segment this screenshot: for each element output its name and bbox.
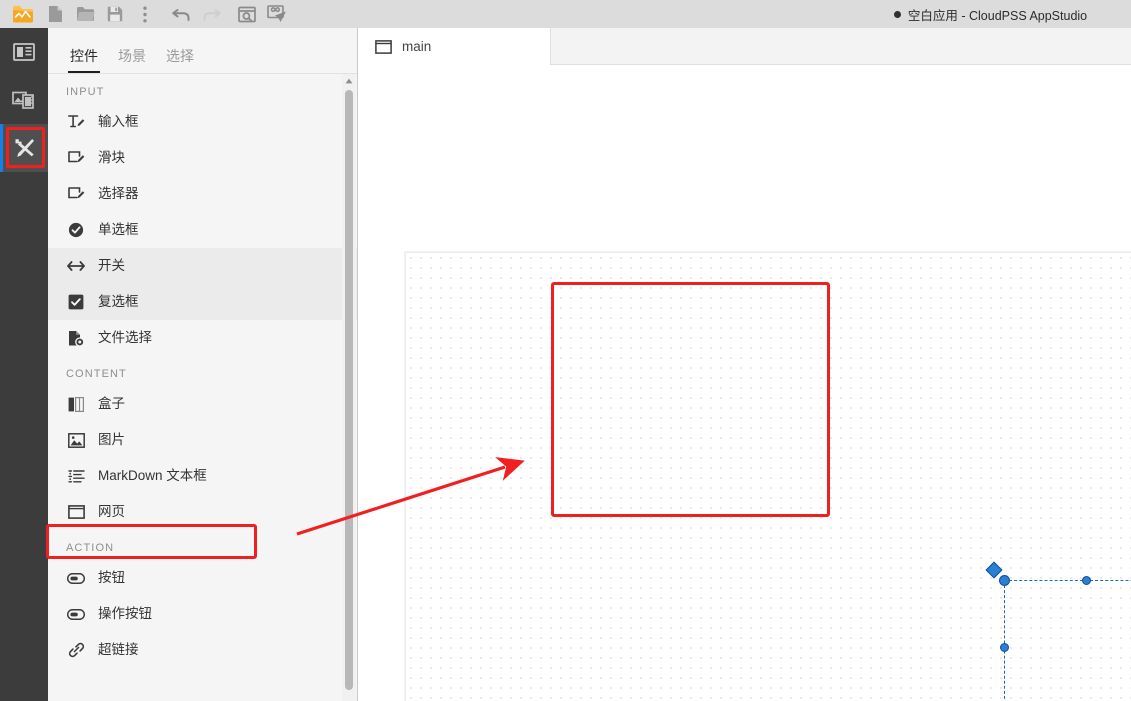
widget-item-slider[interactable]: 滑块 (48, 140, 357, 176)
widget-item-markdown[interactable]: MarkDown 文本框 (48, 458, 357, 494)
scrollbar-thumb[interactable] (345, 90, 353, 690)
selected-webpage-element[interactable] (985, 561, 1131, 701)
selection-outline (1004, 580, 1131, 701)
window-title-text: 空白应用 - CloudPSS AppStudio (907, 8, 1088, 23)
group-label-action: ACTION (66, 542, 115, 554)
undo-icon[interactable] (166, 1, 196, 27)
widget-label: 开关 (98, 258, 125, 274)
widget-label: 网页 (98, 504, 125, 520)
panel-tab-bar: 控件 场景 选择 (48, 28, 357, 74)
preview-icon[interactable] (232, 1, 262, 27)
widget-panel: 控件 场景 选择 INPUT 输入框 滑块 选择器 单选框 开关 复选框 文件选… (48, 28, 358, 701)
artboard[interactable] (405, 252, 1131, 701)
file-picker-icon (66, 328, 86, 348)
tab-main[interactable]: main (359, 28, 551, 65)
widget-item-text-input[interactable]: 输入框 (48, 104, 357, 140)
group-label-content: CONTENT (66, 368, 127, 380)
selector-icon (66, 184, 86, 204)
widget-list-scrollbar[interactable] (342, 74, 356, 701)
tab-select[interactable]: 选择 (156, 49, 204, 73)
radio-icon (66, 220, 86, 240)
title-bar: 空白应用 - CloudPSS AppStudio (0, 0, 1131, 28)
page-icon (375, 39, 392, 54)
resize-handle-w[interactable] (999, 642, 1009, 652)
more-vertical-icon[interactable] (130, 1, 160, 27)
open-folder-icon[interactable] (70, 1, 100, 27)
publish-icon[interactable] (262, 1, 292, 27)
widget-label: MarkDown 文本框 (98, 468, 207, 484)
widget-item-selector[interactable]: 选择器 (48, 176, 357, 212)
main-toolbar (0, 0, 292, 28)
app-window: 空白应用 - CloudPSS AppStudio 控件 场景 选择 INPUT… (0, 0, 1131, 701)
widget-label: 单选框 (98, 222, 139, 238)
switch-icon (66, 256, 86, 276)
scroll-up-arrow-icon[interactable] (342, 74, 356, 88)
tab-select-label: 选择 (166, 48, 194, 64)
tab-widgets[interactable]: 控件 (60, 49, 108, 73)
widget-item-image[interactable]: 图片 (48, 422, 357, 458)
button-icon (66, 568, 86, 588)
widget-item-box[interactable]: 盒子 (48, 386, 357, 422)
slider-icon (66, 148, 86, 168)
widget-label: 超链接 (98, 642, 139, 658)
activity-rail (0, 28, 48, 701)
tab-main-label: main (402, 39, 432, 54)
group-label-input: INPUT (66, 86, 105, 98)
resize-handle-nw[interactable] (998, 574, 1010, 586)
widget-item-checkbox[interactable]: 复选框 (48, 284, 357, 320)
widget-list: INPUT 输入框 滑块 选择器 单选框 开关 复选框 文件选择 CONTENT… (48, 74, 357, 701)
text-input-icon (66, 112, 86, 132)
tab-widgets-label: 控件 (70, 48, 98, 64)
widget-item-action-button[interactable]: 操作按钮 (48, 596, 357, 632)
widget-item-radio[interactable]: 单选框 (48, 212, 357, 248)
hyperlink-icon (66, 640, 86, 660)
tab-scenes-label: 场景 (118, 48, 146, 64)
widget-label: 输入框 (98, 114, 139, 130)
save-icon[interactable] (100, 1, 130, 27)
widget-label: 盒子 (98, 396, 125, 412)
widget-item-hyperlink[interactable]: 超链接 (48, 632, 357, 668)
widget-label: 选择器 (98, 186, 139, 202)
new-file-icon[interactable] (40, 1, 70, 27)
image-icon (66, 430, 86, 450)
sidebar-media-icon[interactable] (0, 76, 48, 124)
checkbox-icon (66, 292, 86, 312)
widget-label: 滑块 (98, 150, 125, 166)
action-button-icon (66, 604, 86, 624)
editor-area: main (359, 28, 1131, 701)
widget-label: 按钮 (98, 570, 125, 586)
resize-handle-n[interactable] (1082, 575, 1091, 585)
widget-item-button[interactable]: 按钮 (48, 560, 357, 596)
sidebar-tools-icon[interactable] (0, 124, 48, 172)
widget-label: 操作按钮 (98, 606, 152, 622)
box-icon (66, 394, 86, 414)
canvas-viewport[interactable] (359, 65, 1131, 701)
widget-label: 复选框 (98, 294, 139, 310)
tab-scenes[interactable]: 场景 (108, 49, 156, 73)
app-logo-icon[interactable] (6, 1, 40, 27)
sidebar-layout-icon[interactable] (0, 28, 48, 76)
widget-item-switch[interactable]: 开关 (48, 248, 357, 284)
webpage-icon (66, 502, 86, 522)
widget-item-file-picker[interactable]: 文件选择 (48, 320, 357, 356)
widget-label: 图片 (98, 432, 125, 448)
widget-item-webpage[interactable]: 网页 (48, 494, 357, 530)
redo-icon[interactable] (196, 1, 226, 27)
markdown-icon (66, 466, 86, 486)
window-title: 空白应用 - CloudPSS AppStudio (850, 0, 1131, 28)
document-tab-bar: main (359, 28, 1131, 65)
unsaved-dot-icon (893, 10, 901, 18)
widget-label: 文件选择 (98, 330, 152, 346)
